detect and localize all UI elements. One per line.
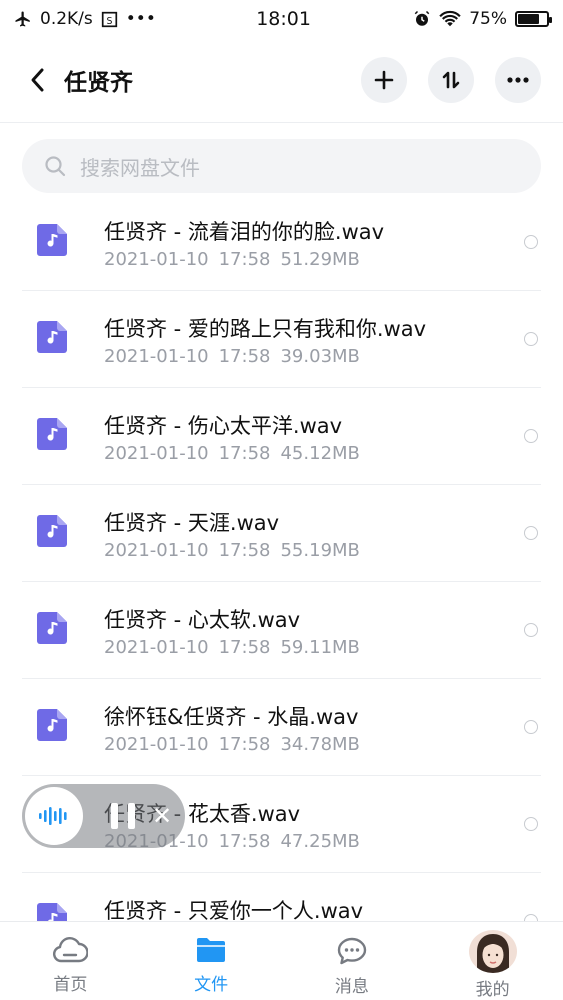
file-size: 39.03MB (280, 346, 360, 367)
floating-player[interactable]: ✕ (22, 784, 185, 848)
file-name: 徐怀钰&任贤齐 - 水晶.wav (104, 705, 359, 729)
file-size: 34.78MB (280, 734, 360, 755)
audio-file-icon (37, 321, 67, 353)
avatar (468, 930, 517, 973)
plus-icon (374, 70, 394, 90)
file-list: 任贤齐 - 流着泪的你的脸.wav 2021-01-10 17:58 51.29MB 任… (22, 194, 541, 970)
folder-icon (197, 938, 226, 962)
status-time: 18:01 (256, 8, 311, 30)
file-name: 任贤齐 - 心太软.wav (104, 608, 301, 632)
file-date: 2021-01-10 (104, 540, 209, 561)
file-name: 任贤齐 - 流着泪的你的脸.wav (104, 220, 385, 244)
file-size: 55.19MB (280, 540, 360, 561)
select-checkbox[interactable] (524, 526, 538, 540)
file-meta: 2021-01-10 17:58 55.19MB (104, 540, 370, 561)
file-date: 2021-01-10 (104, 346, 209, 367)
list-item[interactable]: 徐怀钰&任贤齐 - 水晶.wav 2021-01-10 17:58 34.78MB (22, 679, 541, 776)
chevron-left-icon (31, 68, 44, 92)
svg-text:S: S (106, 15, 112, 26)
file-date: 2021-01-10 (104, 443, 209, 464)
battery-fill (518, 14, 539, 24)
file-time: 17:58 (218, 831, 271, 852)
file-meta: 2021-01-10 17:58 34.78MB (104, 734, 370, 755)
audio-file-icon (37, 612, 67, 644)
audio-wave-icon[interactable] (25, 787, 83, 845)
status-bar: 0.2K/s S ••• 18:01 75% (0, 0, 563, 38)
nav-label-home: 首页 (53, 975, 88, 995)
file-date: 2021-01-10 (104, 249, 209, 270)
file-name: 任贤齐 - 爱的路上只有我和你.wav (104, 317, 427, 341)
file-date: 2021-01-10 (104, 734, 209, 755)
battery-icon (515, 11, 552, 27)
file-meta: 2021-01-10 17:58 39.03MB (104, 346, 370, 367)
list-item[interactable]: 任贤齐 - 伤心太平洋.wav 2021-01-10 17:58 45.12MB (22, 388, 541, 485)
list-item[interactable]: 任贤齐 - 心太软.wav 2021-01-10 17:58 59.11MB (22, 582, 541, 679)
file-size: 45.12MB (280, 443, 360, 464)
file-size: 59.11MB (280, 637, 360, 658)
file-time: 17:58 (218, 346, 271, 367)
bottom-nav: 首页 文件 消息 我的 (0, 921, 563, 1000)
wifi-icon (439, 10, 461, 27)
status-dots: ••• (125, 9, 156, 29)
file-name: 任贤齐 - 伤心太平洋.wav (104, 414, 343, 438)
audio-file-icon (37, 709, 67, 741)
audio-file-icon (37, 224, 67, 256)
sim-icon: S (101, 11, 117, 27)
nav-item-mine[interactable]: 我的 (422, 922, 563, 1000)
network-speed: 0.2K/s (40, 9, 93, 29)
nav-label-mine: 我的 (475, 980, 510, 1000)
nav-item-files[interactable]: 文件 (141, 922, 282, 1000)
audio-file-icon (37, 418, 67, 450)
select-checkbox[interactable] (524, 235, 538, 249)
more-button[interactable] (495, 57, 541, 103)
file-name: 任贤齐 - 天涯.wav (104, 511, 280, 535)
select-checkbox[interactable] (524, 623, 538, 637)
file-size: 47.25MB (280, 831, 360, 852)
cloud-icon (53, 937, 89, 963)
select-checkbox[interactable] (524, 817, 538, 831)
select-checkbox[interactable] (524, 332, 538, 346)
header-divider (0, 122, 563, 123)
close-player-button[interactable]: ✕ (152, 804, 172, 828)
nav-label-files: 文件 (194, 975, 229, 995)
nav-item-home[interactable]: 首页 (0, 922, 141, 1000)
search-input[interactable]: 搜索网盘文件 (22, 139, 541, 193)
add-button[interactable] (361, 57, 407, 103)
page-title: 任贤齐 (64, 70, 133, 96)
pause-button[interactable] (111, 803, 135, 829)
file-meta: 2021-01-10 17:58 51.29MB (104, 249, 370, 270)
sort-button[interactable] (428, 57, 474, 103)
file-meta: 2021-01-10 17:58 45.12MB (104, 443, 370, 464)
select-checkbox[interactable] (524, 720, 538, 734)
list-item[interactable]: 任贤齐 - 爱的路上只有我和你.wav 2021-01-10 17:58 39.03M… (22, 291, 541, 388)
sort-icon (442, 71, 460, 89)
airplane-icon (15, 11, 30, 27)
search-placeholder: 搜索网盘文件 (80, 155, 200, 180)
file-time: 17:58 (218, 637, 271, 658)
nav-label-messages: 消息 (334, 977, 369, 997)
file-meta: 2021-01-10 17:58 59.11MB (104, 637, 370, 658)
more-icon (507, 77, 529, 83)
nav-item-messages[interactable]: 消息 (282, 922, 423, 1000)
file-time: 17:58 (218, 734, 271, 755)
file-date: 2021-01-10 (104, 637, 209, 658)
search-icon (45, 156, 66, 177)
list-item[interactable]: 任贤齐 - 天涯.wav 2021-01-10 17:58 55.19MB (22, 485, 541, 582)
list-item[interactable]: 任贤齐 - 流着泪的你的脸.wav 2021-01-10 17:58 51.29MB (22, 194, 541, 291)
select-checkbox[interactable] (524, 429, 538, 443)
battery-percent: 75% (469, 9, 507, 29)
message-icon (337, 937, 367, 965)
file-time: 17:58 (218, 443, 271, 464)
file-time: 17:58 (218, 249, 271, 270)
file-time: 17:58 (218, 540, 271, 561)
file-size: 51.29MB (280, 249, 360, 270)
header: 任贤齐 (0, 44, 563, 116)
back-button[interactable] (22, 60, 52, 100)
alarm-icon (414, 10, 430, 26)
audio-file-icon (37, 515, 67, 547)
